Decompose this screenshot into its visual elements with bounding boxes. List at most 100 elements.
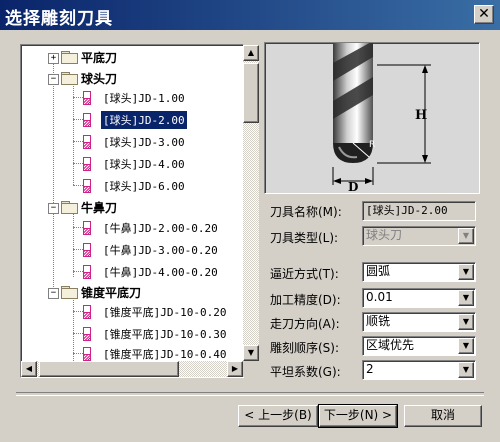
tool-type-label: 刀具类型(L): [270, 231, 339, 245]
tree-item[interactable]: [球头]JD-3.00 [101, 133, 187, 151]
taper-tool-icon [83, 327, 91, 341]
tree-item[interactable]: [牛鼻]JD-2.00-0.20 [101, 219, 220, 237]
tree-item[interactable]: [锥度平底]JD-10-0.20 [101, 303, 228, 321]
tree-item-selected[interactable]: [球头]JD-2.00 [100, 110, 188, 130]
tree-group-taper[interactable]: 锥度平底刀 [81, 284, 141, 301]
tool-type-select: 球头刀 ▼ [362, 226, 476, 246]
scroll-up-button[interactable]: ▲ [243, 45, 259, 61]
tree-line [73, 97, 83, 98]
footer-divider [16, 392, 484, 396]
tree-item[interactable]: [球头]JD-1.00 [101, 89, 187, 107]
arrow-head [422, 155, 428, 163]
tree-line [73, 333, 83, 334]
arrow-up-icon: ▲ [247, 48, 255, 57]
tree-item[interactable]: [球头]JD-6.00 [101, 177, 187, 195]
ball-tool-icon [83, 157, 91, 171]
flatness-value: 2 [366, 362, 374, 376]
dropdown-arrow-icon[interactable]: ▼ [458, 290, 474, 306]
scroll-left-button[interactable]: ◀ [21, 361, 37, 377]
engrave-order-select[interactable]: 区域优先 ▼ [362, 336, 476, 356]
tool-tree[interactable]: + 平底刀 − 球头刀 [球头]JD-1.00 [球头]JD-2.00 [球头]… [20, 44, 259, 378]
scroll-down-button[interactable]: ▼ [243, 345, 259, 361]
tree-group-flat[interactable]: 平底刀 [81, 49, 117, 66]
tree-item[interactable]: [锥度平底]JD-10-0.30 [101, 325, 228, 343]
ball-end-mill-drawing: H D R [332, 41, 431, 194]
tree-line [73, 353, 83, 354]
arrow-head [365, 178, 373, 184]
collapse-toggle-ball[interactable]: − [48, 74, 59, 85]
expand-toggle-flat[interactable]: + [48, 53, 59, 64]
dropdown-arrow-icon[interactable]: ▼ [458, 362, 474, 378]
collapse-toggle-taper[interactable]: − [48, 288, 59, 299]
tree-line [73, 141, 83, 142]
feed-direction-value: 顺铣 [366, 314, 391, 328]
tree-group-ball[interactable]: 球头刀 [81, 70, 117, 87]
flatness-label: 平坦系数(G): [270, 365, 341, 379]
tree-vertical-scrollbar[interactable]: ▲ ▼ [243, 45, 259, 361]
cancel-button[interactable]: 取消 [404, 405, 482, 427]
ball-tool-icon [83, 91, 91, 105]
height-label: H [415, 108, 427, 123]
tree-line [73, 311, 83, 312]
close-button[interactable]: ✕ [474, 5, 494, 24]
tree-line [53, 53, 54, 293]
bullnose-tool-icon [83, 221, 91, 235]
tool-type-value: 球头刀 [366, 228, 403, 242]
prev-button[interactable]: < 上一步(B) [238, 405, 318, 427]
tree-item[interactable]: [牛鼻]JD-4.00-0.20 [101, 263, 220, 281]
tree-line [73, 185, 83, 186]
engrave-order-label: 雕刻顺序(S): [270, 341, 340, 355]
tree-horizontal-scrollbar[interactable]: ◀ ▶ [21, 361, 243, 377]
feed-direction-label: 走刀方向(A): [270, 317, 340, 331]
tree-item[interactable]: [锥度平底]JD-10-0.40 [101, 345, 228, 361]
feed-direction-select[interactable]: 顺铣 ▼ [362, 312, 476, 332]
engrave-order-value: 区域优先 [366, 338, 415, 352]
close-icon: ✕ [478, 6, 490, 22]
title-bar: 选择雕刻刀具 ✕ [0, 0, 500, 30]
ball-tool-icon [83, 135, 91, 149]
tree-line [73, 297, 74, 361]
tool-name-field: [球头]JD-2.00 [362, 201, 476, 221]
approach-mode-label: 逼近方式(T): [270, 267, 339, 281]
scroll-right-button[interactable]: ▶ [227, 361, 243, 377]
precision-select[interactable]: 0.01 ▼ [362, 288, 476, 308]
window-title: 选择雕刻刀具 [5, 9, 113, 29]
radius-label: R [369, 140, 375, 150]
arrow-head [422, 65, 428, 73]
precision-label: 加工精度(D): [270, 293, 341, 307]
tree-line [73, 163, 83, 164]
tree-item[interactable]: [球头]JD-4.00 [101, 155, 187, 173]
bullnose-tool-icon [83, 243, 91, 257]
arrow-down-icon: ▼ [247, 348, 255, 357]
tool-name-label: 刀具名称(M): [270, 205, 342, 219]
folder-icon [61, 286, 78, 299]
tree-line [73, 213, 74, 277]
dropdown-arrow-icon[interactable]: ▼ [458, 264, 474, 280]
next-button[interactable]: 下一步(N) > [318, 404, 398, 428]
ball-tool-icon [83, 113, 91, 127]
tree-line [73, 119, 83, 120]
collapse-toggle-bullnose[interactable]: − [48, 203, 59, 214]
taper-tool-icon [83, 347, 91, 361]
scroll-thumb-horizontal[interactable] [39, 361, 179, 377]
tool-preview: H D R [264, 41, 480, 194]
dropdown-arrow-icon[interactable]: ▼ [458, 314, 474, 330]
dropdown-arrow-icon[interactable]: ▼ [458, 338, 474, 354]
arrow-left-icon: ◀ [25, 364, 33, 373]
tree-group-bullnose[interactable]: 牛鼻刀 [81, 199, 117, 216]
approach-mode-value: 圆弧 [366, 264, 391, 278]
tree-line [73, 249, 83, 250]
tool-tree-content: + 平底刀 − 球头刀 [球头]JD-1.00 [球头]JD-2.00 [球头]… [21, 45, 243, 361]
flatness-select[interactable]: 2 ▼ [362, 360, 476, 380]
tree-line [73, 271, 83, 272]
tree-item[interactable]: [牛鼻]JD-3.00-0.20 [101, 241, 220, 259]
arrow-right-icon: ▶ [231, 364, 239, 373]
taper-tool-icon [83, 305, 91, 319]
bullnose-tool-icon [83, 265, 91, 279]
folder-icon [61, 201, 78, 214]
scroll-thumb[interactable] [243, 63, 259, 123]
ball-tip [333, 143, 373, 163]
arrow-head [333, 178, 341, 184]
tree-line [73, 227, 83, 228]
approach-mode-select[interactable]: 圆弧 ▼ [362, 262, 476, 282]
